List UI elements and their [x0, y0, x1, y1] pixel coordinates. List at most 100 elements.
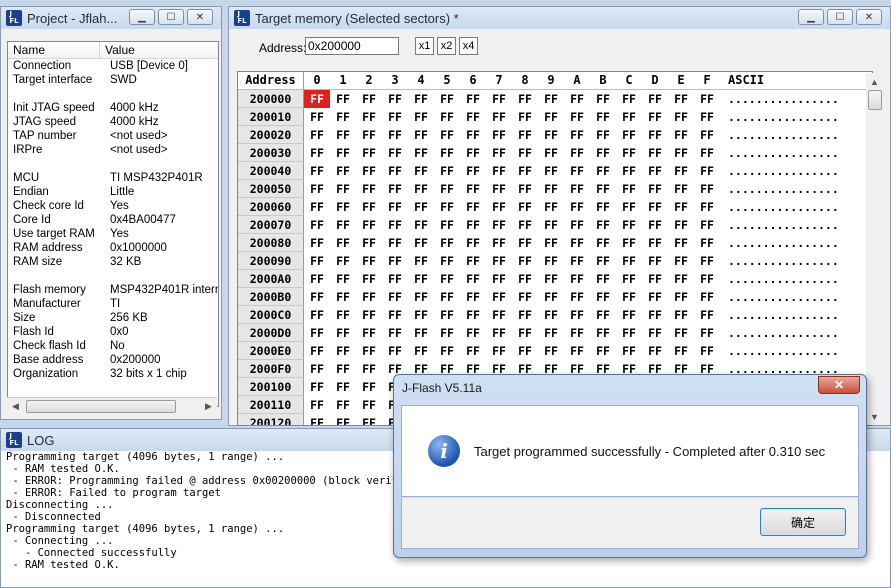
byte-cell[interactable]: FF — [512, 90, 538, 108]
byte-cell[interactable]: FF — [590, 342, 616, 360]
byte-cell[interactable]: FF — [382, 144, 408, 162]
byte-cell[interactable]: FF — [382, 198, 408, 216]
byte-cell[interactable]: FF — [590, 90, 616, 108]
memory-vscrollbar[interactable]: ▲ ▼ — [866, 73, 883, 425]
byte-cell[interactable]: FF — [564, 90, 590, 108]
byte-cell[interactable]: FF — [356, 414, 382, 425]
byte-cell[interactable]: FF — [434, 144, 460, 162]
byte-cell[interactable]: FF — [408, 252, 434, 270]
byte-cell[interactable]: FF — [330, 162, 356, 180]
property-row[interactable]: Check flash Id No — [8, 339, 218, 353]
byte-cell[interactable]: FF — [616, 180, 642, 198]
byte-cell[interactable]: FF — [538, 306, 564, 324]
byte-cell[interactable]: FF — [642, 234, 668, 252]
byte-cell[interactable]: FF — [408, 216, 434, 234]
scroll-left-icon[interactable]: ◀ — [7, 398, 24, 415]
byte-cell[interactable]: FF — [694, 126, 720, 144]
hex-grid[interactable]: Address 0123456789ABCDEF ASCII 200000 FF F… — [237, 71, 873, 426]
col-name-header[interactable]: Name — [8, 42, 100, 58]
byte-cell[interactable]: FF — [330, 378, 356, 396]
byte-cell[interactable]: FF — [434, 252, 460, 270]
byte-cell[interactable]: FF — [590, 324, 616, 342]
byte-cell[interactable]: FF — [356, 360, 382, 378]
byte-cell[interactable]: FF — [512, 126, 538, 144]
byte-cell[interactable]: FF — [590, 216, 616, 234]
byte-cell[interactable]: FF — [382, 342, 408, 360]
byte-cell[interactable]: FF — [304, 198, 330, 216]
byte-cell[interactable]: FF — [694, 288, 720, 306]
byte-cell[interactable]: FF — [330, 270, 356, 288]
scroll-thumb[interactable] — [867, 90, 882, 110]
byte-cell[interactable]: FF — [434, 306, 460, 324]
byte-cell[interactable]: FF — [304, 306, 330, 324]
byte-cell[interactable]: FF — [538, 198, 564, 216]
byte-cell[interactable]: FF — [408, 288, 434, 306]
ok-button[interactable]: 确定 — [760, 508, 846, 536]
byte-cell[interactable]: FF — [642, 198, 668, 216]
byte-cell[interactable]: FF — [668, 162, 694, 180]
byte-cell[interactable]: FF — [668, 180, 694, 198]
byte-cell[interactable]: FF — [590, 234, 616, 252]
byte-cell[interactable]: FF — [382, 180, 408, 198]
byte-cell[interactable]: FF — [564, 180, 590, 198]
byte-cell[interactable]: FF — [694, 180, 720, 198]
byte-cell[interactable]: FF — [564, 288, 590, 306]
byte-cell[interactable]: FF — [434, 126, 460, 144]
ascii-cell[interactable]: ................ — [720, 126, 839, 144]
byte-cell[interactable]: FF — [616, 234, 642, 252]
byte-cell[interactable]: FF — [304, 108, 330, 126]
byte-cell[interactable]: FF — [616, 126, 642, 144]
byte-cell[interactable]: FF — [330, 414, 356, 425]
ascii-cell[interactable]: ................ — [720, 342, 839, 360]
byte-cell[interactable]: FF — [434, 198, 460, 216]
property-row[interactable]: RAM address 0x1000000 — [8, 241, 218, 255]
byte-cell[interactable]: FF — [382, 234, 408, 252]
byte-cell[interactable]: FF — [642, 108, 668, 126]
byte-cell[interactable]: FF — [486, 126, 512, 144]
byte-cell[interactable]: FF — [486, 180, 512, 198]
byte-cell[interactable]: FF — [564, 108, 590, 126]
byte-cell[interactable]: FF — [460, 126, 486, 144]
byte-cell[interactable]: FF — [590, 306, 616, 324]
byte-cell[interactable]: FF — [408, 324, 434, 342]
byte-cell[interactable]: FF — [642, 144, 668, 162]
byte-cell[interactable]: FF — [590, 270, 616, 288]
byte-cell[interactable]: FF — [460, 234, 486, 252]
byte-cell[interactable]: FF — [356, 108, 382, 126]
close-button[interactable]: ✕ — [856, 9, 882, 25]
byte-cell[interactable]: FF — [434, 234, 460, 252]
byte-cell[interactable]: FF — [408, 162, 434, 180]
byte-cell[interactable]: FF — [330, 90, 356, 108]
byte-cell[interactable]: FF — [642, 216, 668, 234]
byte-cell[interactable]: FF — [486, 270, 512, 288]
byte-cell[interactable]: FF — [330, 198, 356, 216]
byte-cell[interactable]: FF — [590, 198, 616, 216]
byte-cell[interactable]: FF — [486, 306, 512, 324]
byte-cell[interactable]: FF — [538, 162, 564, 180]
property-row[interactable]: IRPre <not used> — [8, 143, 218, 157]
selected-byte-cell[interactable]: FF — [304, 90, 330, 108]
byte-cell[interactable]: FF — [590, 144, 616, 162]
byte-cell[interactable]: FF — [356, 90, 382, 108]
property-row[interactable]: Size 256 KB — [8, 311, 218, 325]
minimize-button[interactable]: ▁ — [798, 9, 824, 25]
byte-cell[interactable]: FF — [486, 162, 512, 180]
byte-cell[interactable]: FF — [668, 288, 694, 306]
byte-cell[interactable]: FF — [356, 180, 382, 198]
byte-cell[interactable]: FF — [460, 342, 486, 360]
property-row[interactable]: Init JTAG speed 4000 kHz — [8, 101, 218, 115]
byte-cell[interactable]: FF — [382, 270, 408, 288]
byte-cell[interactable]: FF — [616, 252, 642, 270]
byte-cell[interactable]: FF — [590, 288, 616, 306]
property-row[interactable]: Use target RAM Yes — [8, 227, 218, 241]
scroll-thumb[interactable] — [26, 400, 176, 413]
byte-cell[interactable]: FF — [304, 342, 330, 360]
byte-cell[interactable]: FF — [460, 90, 486, 108]
byte-cell[interactable]: FF — [642, 180, 668, 198]
byte-cell[interactable]: FF — [408, 180, 434, 198]
byte-cell[interactable]: FF — [460, 198, 486, 216]
byte-cell[interactable]: FF — [330, 288, 356, 306]
byte-cell[interactable]: FF — [434, 216, 460, 234]
ascii-cell[interactable]: ................ — [720, 162, 839, 180]
byte-cell[interactable]: FF — [408, 126, 434, 144]
